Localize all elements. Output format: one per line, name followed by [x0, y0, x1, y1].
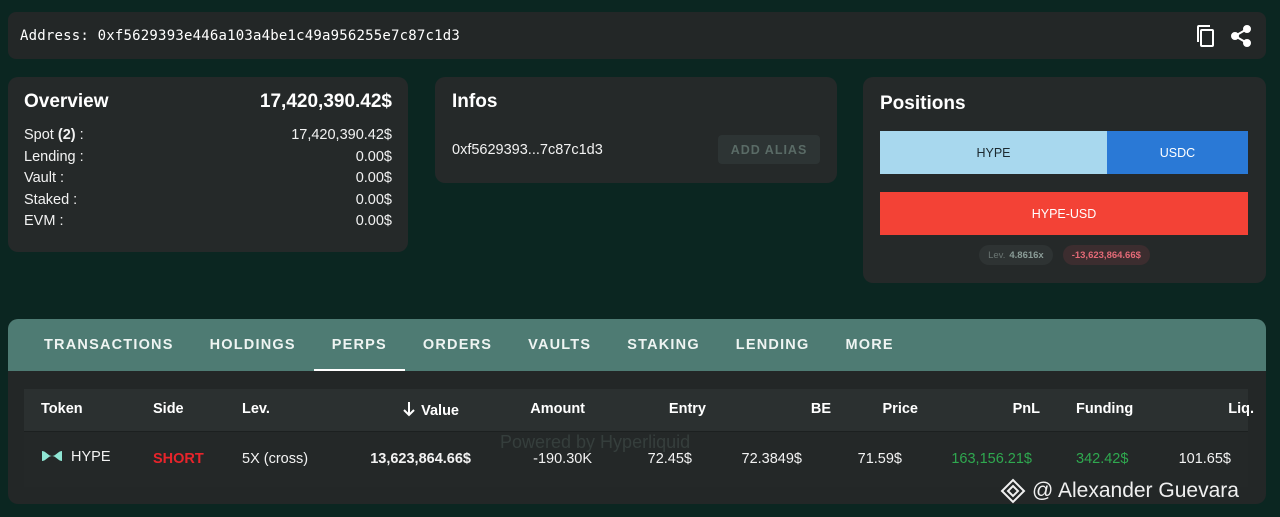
add-alias-button[interactable]: ADD ALIAS [718, 135, 820, 164]
tab-vaults[interactable]: VAULTS [510, 319, 609, 371]
cell-text: 101.65$ [1178, 451, 1231, 467]
cell-side: SHORT [153, 451, 204, 467]
cell-pnl: 163,156.21$ [872, 451, 1032, 467]
cell-lev: 5X (cross) [242, 451, 308, 467]
spot-split-bar: HYPE USDC [880, 131, 1248, 174]
overview-row-label-text: Vault : [24, 170, 65, 186]
overview-row-label: Spot (2) : [24, 125, 84, 147]
spot-segment-usdc[interactable]: USDC [1107, 131, 1248, 174]
column-header-text: Token [41, 401, 83, 417]
pnl-badge: -13,623,864.66$ [1062, 245, 1150, 265]
column-header-token[interactable]: Token [41, 401, 83, 417]
tab-lending[interactable]: LENDING [718, 319, 828, 371]
author-credit: @ Alexander Guevara [1000, 478, 1239, 504]
cell-text: HYPE [71, 449, 111, 465]
cell-token: HYPE [41, 449, 111, 465]
tab-more[interactable]: MORE [827, 319, 911, 371]
column-header-price[interactable]: Price [808, 401, 918, 417]
perps-table: Token Side Lev. Value Amount Entry BE Price PnL F… [24, 389, 1254, 487]
column-header-value[interactable]: Value [349, 401, 459, 419]
column-header-text: Price [882, 401, 918, 417]
overview-row-value: 0.00$ [355, 170, 392, 186]
column-header-pnl[interactable]: PnL [930, 401, 1040, 417]
tab-staking[interactable]: STAKING [609, 319, 718, 371]
overview-row-value: 17,420,390.42$ [291, 127, 392, 143]
cell-text: 5X (cross) [242, 451, 309, 467]
overview-row-label-text: Lending : [24, 148, 84, 165]
spot-segment-hype[interactable]: HYPE [880, 131, 1107, 174]
overview-rows: Spot (2) :17,420,390.42$ Lending :0.00$ Va… [24, 125, 392, 233]
leverage-badge: Lev. 4.8616x [979, 245, 1053, 265]
credit-text: @ Alexander Guevara [1032, 479, 1239, 502]
overview-title: Overview [24, 91, 109, 112]
column-header-text: Entry [668, 401, 706, 417]
column-header-side[interactable]: Side [153, 401, 184, 417]
overview-row: Spot (2) : 17,420,390.42$ [24, 125, 392, 147]
overview-card: Overview 17,420,390.42$ Spot (2) : 17,420… [8, 77, 408, 252]
overview-row-label-text: Staked : [24, 191, 78, 208]
overview-row-label-text: Spot [24, 127, 58, 143]
column-header-text: Amount [530, 401, 585, 417]
details-card: TRANSACTIONS HOLDINGS PERPS ORDERS VAULTS STA… [8, 319, 1266, 504]
overview-row: Staked : 0.00$ [24, 190, 392, 212]
diamond-logo-icon [1000, 478, 1026, 504]
infos-title: Infos [452, 91, 498, 112]
infos-row: 0xf5629393...7c87c1d3 ADD ALIAS [452, 135, 820, 164]
infos-card: Infos 0xf5629393...7c87c1d3 ADD ALIAS [435, 77, 837, 183]
overview-row-label: Vault : [24, 168, 64, 190]
overview-row: Vault : 0.00$ [24, 168, 392, 190]
overview-row-label: EVM : [24, 211, 63, 233]
cell-liq: 101.65$ [1071, 451, 1231, 467]
hype-token-icon [42, 451, 62, 461]
column-header-text: Funding [1076, 401, 1134, 417]
share-icon[interactable] [1228, 23, 1254, 49]
overview-header: Overview 17,420,390.42$ [24, 91, 392, 113]
tab-perps[interactable]: PERPS [313, 319, 406, 371]
copy-icon[interactable] [1192, 23, 1218, 49]
overview-row-count: (2) [57, 127, 76, 143]
tab-orders[interactable]: ORDERS [405, 319, 510, 371]
tab-transactions[interactable]: TRANSACTIONS [26, 319, 192, 371]
short-address: 0xf5629393...7c87c1d3 [452, 141, 603, 158]
overview-row-label: Lending : [24, 147, 84, 169]
column-header-text: Lev. [242, 401, 270, 417]
overview-row-value: 0.00$ [355, 213, 392, 229]
overview-total: 17,420,390.42$ [259, 91, 392, 112]
positions-card: Positions HYPE USDC HYPE-USD Lev. 4.8616… [863, 77, 1266, 283]
cell-text: SHORT [153, 451, 204, 467]
perp-segment-hype-usd[interactable]: HYPE-USD [880, 192, 1248, 235]
column-header-text: PnL [1012, 401, 1040, 417]
address-bar: Address: 0xf5629393e446a103a4be1c49a9562… [8, 12, 1266, 59]
column-header-amount[interactable]: Amount [475, 401, 585, 417]
overview-row-label-text: EVM : [24, 213, 64, 229]
cell-text: 163,156.21$ [951, 451, 1032, 467]
positions-title: Positions [880, 93, 966, 114]
address-label: Address: 0xf5629393e446a103a4be1c49a9562… [20, 27, 461, 44]
sort-arrow-down-icon [403, 402, 415, 417]
column-header-entry[interactable]: Entry [596, 401, 706, 417]
column-header-text: Liq. [1228, 401, 1254, 417]
column-header-lev[interactable]: Lev. [242, 401, 270, 417]
leverage-value: 4.8616x [1009, 249, 1044, 261]
overview-row-value: 0.00$ [355, 148, 392, 165]
overview-row-label: Staked : [24, 190, 77, 212]
tab-bar: TRANSACTIONS HOLDINGS PERPS ORDERS VAULTS STA… [8, 319, 1266, 371]
leverage-label: Lev. [988, 249, 1006, 261]
column-header-text: Side [153, 401, 184, 417]
column-header-text: Value [421, 403, 459, 419]
watermark: Powered by Hyperliquid [500, 432, 691, 452]
overview-row-label-suffix: : [75, 127, 84, 143]
overview-row-value: 0.00$ [355, 191, 392, 208]
tab-holdings[interactable]: HOLDINGS [192, 319, 314, 371]
address-actions [1192, 23, 1254, 49]
column-header-liq[interactable]: Liq. [1144, 401, 1254, 417]
table-header: Token Side Lev. Value Amount Entry BE Price PnL F… [24, 389, 1254, 431]
overview-row: Lending : 0.00$ [24, 147, 392, 169]
position-badges: Lev. 4.8616x -13,623,864.66$ [880, 245, 1249, 265]
overview-row: EVM : 0.00$ [24, 211, 392, 233]
column-header-funding[interactable]: Funding [1076, 401, 1133, 417]
